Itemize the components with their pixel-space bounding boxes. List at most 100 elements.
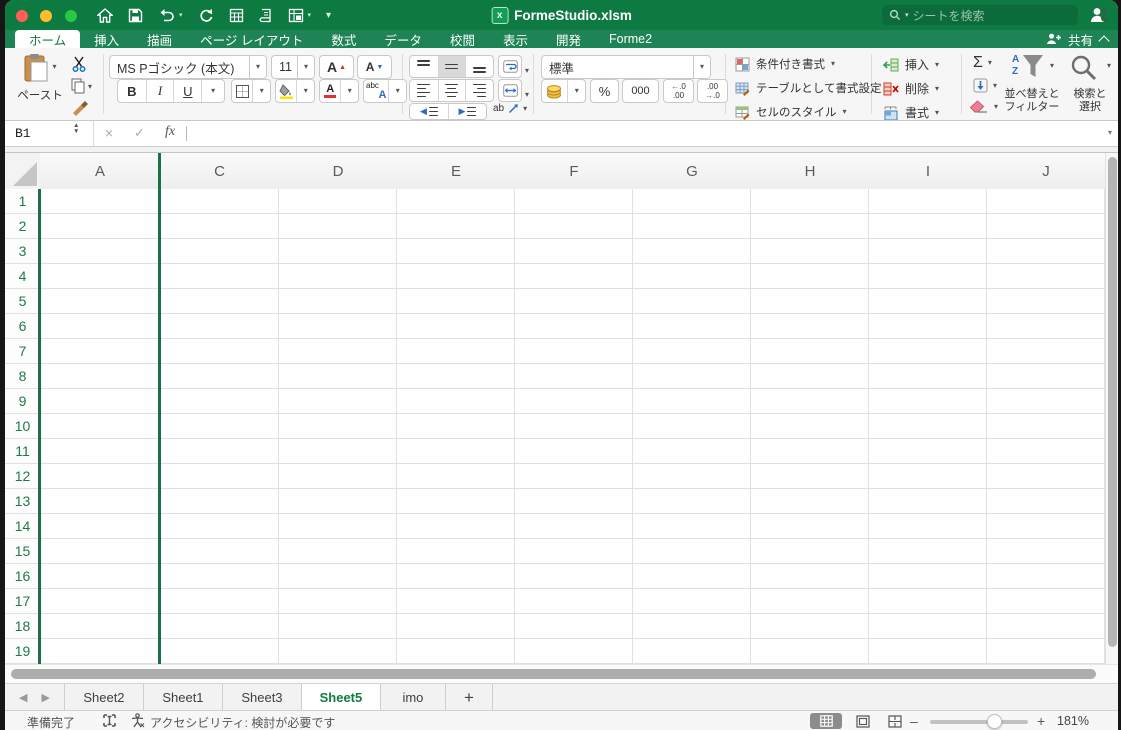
align-center-button[interactable] <box>438 80 466 101</box>
row-header[interactable]: 10 <box>5 414 40 439</box>
tab-home[interactable]: ホーム <box>15 30 80 48</box>
increase-font-button[interactable]: A▲ <box>319 55 354 79</box>
borders-dropdown[interactable]: ▾ <box>252 80 270 102</box>
row-header[interactable]: 5 <box>5 289 40 314</box>
row-header[interactable]: 8 <box>5 364 40 389</box>
sheet-tab-sheet5[interactable]: Sheet5 <box>301 684 381 711</box>
row-header[interactable]: 9 <box>5 389 40 414</box>
number-format-select[interactable]: 標準 ▾ <box>541 55 711 79</box>
tab-forme2[interactable]: Forme2 <box>595 30 666 48</box>
search-box[interactable]: ▾ シートを検索 <box>882 5 1078 25</box>
account-icon[interactable] <box>1089 6 1108 29</box>
dropdown-icon[interactable]: ▾ <box>308 12 312 19</box>
tab-data[interactable]: データ <box>370 30 436 48</box>
font-size-select[interactable]: 11 ▾ <box>271 55 315 79</box>
comma-style-button[interactable]: 000 <box>622 79 659 103</box>
copy-button[interactable]: ▾ <box>71 78 92 94</box>
horizontal-scrollbar-thumb[interactable] <box>11 669 1096 679</box>
sheet-tab-sheet1[interactable]: Sheet1 <box>143 684 222 711</box>
row-header[interactable]: 13 <box>5 489 40 514</box>
script-icon[interactable] <box>259 8 273 23</box>
tab-developer[interactable]: 開発 <box>542 30 595 48</box>
add-sheet-button[interactable]: + <box>445 684 493 711</box>
vertical-scrollbar-thumb[interactable] <box>1108 157 1117 647</box>
find-select-button[interactable]: ▾ <box>1069 54 1111 84</box>
dropdown-icon[interactable]: ▾ <box>523 105 527 113</box>
row-header[interactable]: 15 <box>5 539 40 564</box>
close-window-button[interactable] <box>16 10 28 22</box>
row-header[interactable]: 14 <box>5 514 40 539</box>
align-bottom-button[interactable] <box>465 56 493 77</box>
italic-button[interactable]: I <box>146 80 174 102</box>
save-icon[interactable] <box>128 8 143 23</box>
column-header-j[interactable]: J <box>987 153 1106 189</box>
zoom-level[interactable]: 181% <box>1057 714 1089 728</box>
bold-button[interactable]: B <box>118 80 146 102</box>
more-commands-icon[interactable]: ▾ <box>326 10 331 21</box>
minimize-window-button[interactable] <box>40 10 52 22</box>
row-header[interactable]: 6 <box>5 314 40 339</box>
increase-indent-button[interactable]: ▶ <box>448 104 486 119</box>
fill-color-icon[interactable] <box>276 80 296 102</box>
undo-button[interactable]: ▾ <box>158 8 183 23</box>
underline-button[interactable]: U <box>173 80 201 102</box>
row-header[interactable]: 19 <box>5 639 40 664</box>
tab-draw[interactable]: 描画 <box>133 30 186 48</box>
zoom-in-icon[interactable]: + <box>1037 713 1045 729</box>
column-header-d[interactable]: D <box>279 153 398 189</box>
share-button[interactable]: 共有 <box>1068 30 1093 49</box>
merge-center-dropdown[interactable]: ▾ <box>525 86 529 100</box>
zoom-slider-knob[interactable] <box>987 714 1002 729</box>
dropdown-icon[interactable]: ▾ <box>700 63 704 71</box>
pivot-table-button[interactable]: ▾ <box>288 8 312 23</box>
align-right-button[interactable] <box>465 80 493 101</box>
search-scope-dropdown-icon[interactable]: ▾ <box>905 12 909 19</box>
increase-decimal-button[interactable]: ←.0 .00 <box>663 79 694 103</box>
align-top-button[interactable] <box>410 56 438 77</box>
column-header-g[interactable]: G <box>633 153 752 189</box>
redo-icon[interactable] <box>198 8 214 23</box>
tab-insert[interactable]: 挿入 <box>80 30 133 48</box>
autosum-button[interactable]: Σ ▾ <box>973 54 992 72</box>
row-header[interactable]: 1 <box>5 189 40 214</box>
sheet-next-icon[interactable]: ▶ <box>41 691 49 704</box>
conditional-formatting-button[interactable]: 条件付き書式▾ <box>735 56 835 72</box>
column-header-c[interactable]: C <box>160 153 280 189</box>
decrease-indent-button[interactable]: ◀ <box>410 104 448 119</box>
dropdown-icon[interactable]: ▾ <box>256 63 260 71</box>
fill-color-dropdown[interactable]: ▾ <box>296 80 314 102</box>
decrease-font-button[interactable]: A▼ <box>357 55 392 79</box>
vertical-scrollbar[interactable] <box>1105 153 1118 664</box>
calculator-icon[interactable] <box>229 8 244 23</box>
currency-icon[interactable] <box>542 80 567 102</box>
font-color-icon[interactable]: A <box>320 80 340 102</box>
column-header-e[interactable]: E <box>397 153 516 189</box>
row-header[interactable]: 11 <box>5 439 40 464</box>
format-cells-button[interactable]: 書式▾ <box>883 104 939 121</box>
insert-function-icon[interactable]: fx <box>165 124 175 140</box>
sort-filter-button[interactable]: A Z ▾ <box>1008 54 1054 84</box>
clear-button[interactable]: ▾ <box>969 100 998 114</box>
page-layout-view-button[interactable] <box>847 713 879 729</box>
row-header[interactable]: 17 <box>5 589 40 614</box>
tab-review[interactable]: 校閲 <box>436 30 489 48</box>
accessibility-icon[interactable] <box>130 713 145 730</box>
currency-dropdown[interactable]: ▾ <box>567 80 585 102</box>
row-header[interactable]: 18 <box>5 614 40 639</box>
row-header[interactable]: 16 <box>5 564 40 589</box>
formula-input[interactable] <box>191 121 1098 146</box>
align-middle-button[interactable] <box>438 56 466 77</box>
zoom-window-button[interactable] <box>65 10 77 22</box>
page-break-view-button[interactable] <box>879 713 911 729</box>
dropdown-icon[interactable]: ▾ <box>179 12 183 19</box>
sheet-tab-sheet2[interactable]: Sheet2 <box>64 684 143 711</box>
font-name-select[interactable]: MS Pゴシック (本文) ▾ <box>109 55 267 79</box>
delete-cells-button[interactable]: 削除▾ <box>883 80 939 97</box>
zoom-slider-track[interactable] <box>930 720 1028 724</box>
merge-center-button[interactable] <box>498 79 522 102</box>
select-all-corner[interactable] <box>5 153 41 189</box>
dropdown-icon[interactable]: ▾ <box>304 63 308 71</box>
row-header[interactable]: 12 <box>5 464 40 489</box>
row-header[interactable]: 3 <box>5 239 40 264</box>
column-header-h[interactable]: H <box>751 153 870 189</box>
